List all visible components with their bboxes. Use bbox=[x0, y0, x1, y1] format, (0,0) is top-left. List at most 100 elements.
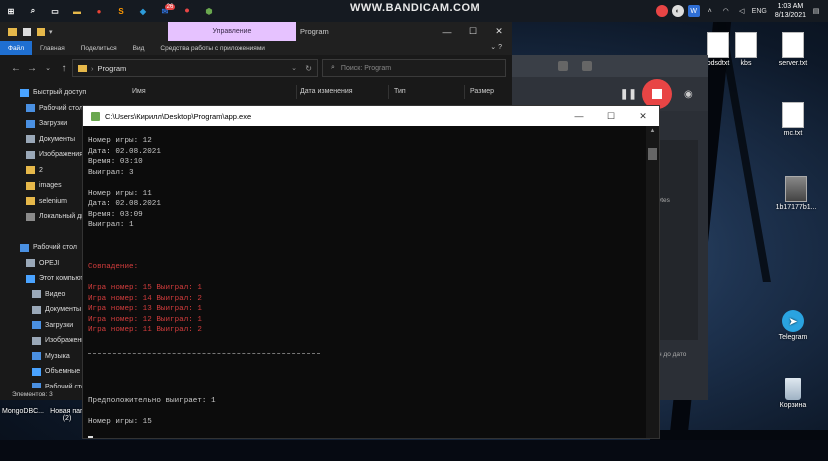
quick-access-dropdown-icon[interactable]: ▾ bbox=[49, 28, 53, 36]
nav-item[interactable]: selenium bbox=[0, 194, 90, 210]
back-icon[interactable]: ← bbox=[8, 63, 24, 74]
ribbon-tab[interactable]: Поделиться bbox=[73, 41, 125, 55]
scrollbar-thumb[interactable] bbox=[648, 148, 657, 160]
pause-icon[interactable]: ❚❚ bbox=[620, 89, 637, 100]
nav-item-label: Видео bbox=[45, 290, 66, 298]
language-indicator[interactable]: ENG bbox=[752, 8, 767, 15]
chrome-tray-icon[interactable]: ◐ bbox=[671, 5, 684, 17]
lock-icon[interactable] bbox=[558, 61, 568, 71]
record-tray-icon[interactable] bbox=[655, 5, 668, 17]
minimize-icon[interactable]: — bbox=[434, 22, 460, 41]
desktop-icon-telegram[interactable]: ➤ Telegram bbox=[771, 310, 815, 341]
navigation-pane: Быстрый доступ Рабочий стол Загрузки Докуме… bbox=[0, 85, 90, 392]
nav-item[interactable]: Документы bbox=[0, 302, 90, 318]
ribbon-tab[interactable]: Файл bbox=[0, 41, 32, 55]
column-date-modified[interactable]: Дата изменения bbox=[300, 88, 353, 95]
column-size[interactable]: Размер bbox=[470, 88, 494, 95]
file-explorer-icon[interactable]: ▬ bbox=[66, 0, 88, 22]
nav-item-icon bbox=[26, 119, 35, 128]
app-icon[interactable]: ⬢ bbox=[198, 0, 220, 22]
mail-icon[interactable]: ✉ 26 bbox=[154, 0, 176, 22]
forward-icon[interactable]: → bbox=[24, 63, 40, 74]
ribbon-collapse-icon[interactable]: ⌄ ? bbox=[490, 43, 502, 51]
bandicam-record-icon[interactable]: ⏺ bbox=[176, 0, 198, 22]
scroll-up-icon[interactable]: ▲ bbox=[646, 128, 659, 134]
image-file-icon bbox=[785, 176, 807, 202]
nav-item[interactable]: Этот компьют bbox=[0, 271, 90, 287]
chevron-up-icon[interactable]: ˄ bbox=[704, 5, 716, 17]
nav-item[interactable]: Загрузки bbox=[0, 318, 90, 334]
recent-locations-icon[interactable]: ⌄ bbox=[40, 64, 56, 72]
chevron-down-icon[interactable]: ⌄ bbox=[291, 64, 297, 72]
maximize-icon[interactable]: ☐ bbox=[460, 22, 486, 41]
column-type[interactable]: Тип bbox=[394, 88, 406, 95]
wifi-icon[interactable]: ◠ bbox=[720, 5, 732, 17]
nav-item[interactable]: OPEJI bbox=[0, 256, 90, 272]
nav-item[interactable]: Музыка bbox=[0, 349, 90, 365]
chrome-icon[interactable]: ● bbox=[88, 0, 110, 22]
close-icon[interactable]: ✕ bbox=[627, 106, 659, 126]
desktop-icon-image[interactable]: 1b17177b1... bbox=[771, 176, 821, 211]
nav-item-label: Рабочий стол bbox=[39, 104, 83, 112]
window-controls: — ☐ ✕ bbox=[434, 22, 512, 41]
word-tray-icon[interactable]: W bbox=[687, 5, 700, 17]
column-headers: Имя Дата изменения Тип Размер bbox=[128, 85, 512, 99]
nav-item[interactable]: Изображени bbox=[0, 333, 90, 349]
nav-item[interactable]: images bbox=[0, 178, 90, 194]
nav-item[interactable]: Рабочий стол bbox=[0, 240, 90, 256]
close-icon[interactable]: ✕ bbox=[486, 22, 512, 41]
taskbar: ⊞ ⌕ ▭ ▬ ● S ◆ ✉ 26 ⏺ ⬢ WWW.BANDICAM.COM ◐ W ˄ ◠ ◁ … bbox=[0, 0, 828, 22]
nav-item[interactable]: 2 bbox=[0, 163, 90, 179]
task-view-icon[interactable]: ▭ bbox=[44, 0, 66, 22]
match-line: Игра номер: 15 Выиграл: 1 bbox=[88, 284, 202, 292]
ribbon-tab[interactable]: Главная bbox=[32, 41, 73, 55]
clock-time: 1:03 AM bbox=[777, 3, 804, 10]
new-folder-icon[interactable] bbox=[37, 27, 45, 36]
vscode-icon-glyph: ◆ bbox=[139, 6, 147, 16]
desktop-icon-mongodb[interactable]: MongoDBC... bbox=[0, 408, 46, 415]
nav-item-label: Документы bbox=[39, 135, 76, 143]
nav-item[interactable]: Объемные о bbox=[0, 364, 90, 380]
start-icon[interactable]: ⊞ bbox=[0, 0, 22, 22]
up-icon[interactable]: ↑ bbox=[56, 63, 72, 74]
manage-tab[interactable]: Управление bbox=[168, 22, 296, 41]
vscode-icon[interactable]: ◆ bbox=[132, 0, 154, 22]
nav-item-icon bbox=[26, 150, 35, 159]
desktop-icon-mc-txt[interactable]: mc.txt bbox=[771, 102, 815, 137]
sublime-icon[interactable]: S bbox=[110, 0, 132, 22]
ribbon-tab[interactable]: Вид bbox=[125, 41, 153, 55]
search-box[interactable]: ⌕ Поиск: Program bbox=[322, 59, 506, 77]
refresh-icon[interactable]: ↻ bbox=[305, 64, 312, 73]
column-name[interactable]: Имя bbox=[132, 88, 146, 95]
minimize-icon[interactable]: — bbox=[563, 106, 595, 126]
address-bar[interactable]: › Program ⌄ ↻ bbox=[72, 59, 318, 77]
bandicam-label: н до дато bbox=[658, 351, 687, 358]
nav-item-label: Загрузки bbox=[45, 321, 74, 329]
nav-item[interactable]: Рабочий стол bbox=[0, 101, 90, 117]
nav-item-icon bbox=[26, 104, 35, 113]
notifications-icon[interactable]: ▤ bbox=[810, 5, 822, 17]
search-icon: ⌕ bbox=[331, 64, 335, 71]
nav-item[interactable]: Локальный ди bbox=[0, 209, 90, 225]
nav-item[interactable]: Документы bbox=[0, 132, 90, 148]
maximize-icon[interactable]: ☐ bbox=[595, 106, 627, 126]
nav-item-icon bbox=[26, 212, 35, 221]
clock[interactable]: 1:03 AM 8/13/2021 bbox=[775, 2, 806, 20]
console-line: Выиграл: 1 bbox=[88, 221, 134, 229]
volume-icon[interactable]: ◁ bbox=[736, 5, 748, 17]
console-scrollbar[interactable]: ▲ bbox=[646, 126, 659, 438]
nav-item[interactable]: Загрузки bbox=[0, 116, 90, 132]
desktop-icon-kbs[interactable]: kbs bbox=[724, 32, 768, 67]
console-output[interactable]: Номер игры: 12 Дата: 02.08.2021 Время: 0… bbox=[83, 126, 645, 438]
properties-icon[interactable] bbox=[23, 27, 31, 36]
nav-item-icon bbox=[26, 166, 35, 175]
desktop-icon-server-txt[interactable]: server.txt bbox=[771, 32, 815, 67]
nav-item[interactable]: Быстрый доступ bbox=[0, 85, 90, 101]
nav-item[interactable]: Видео bbox=[0, 287, 90, 303]
window-mode-icon[interactable] bbox=[582, 61, 592, 71]
desktop-icon-recycle-bin[interactable]: Корзина bbox=[771, 378, 815, 409]
ribbon-tab[interactable]: Средства работы с приложениями bbox=[152, 41, 273, 55]
search-icon[interactable]: ⌕ bbox=[22, 0, 44, 22]
screenshot-icon[interactable]: ◉ bbox=[684, 89, 693, 100]
nav-item[interactable]: Изображения bbox=[0, 147, 90, 163]
